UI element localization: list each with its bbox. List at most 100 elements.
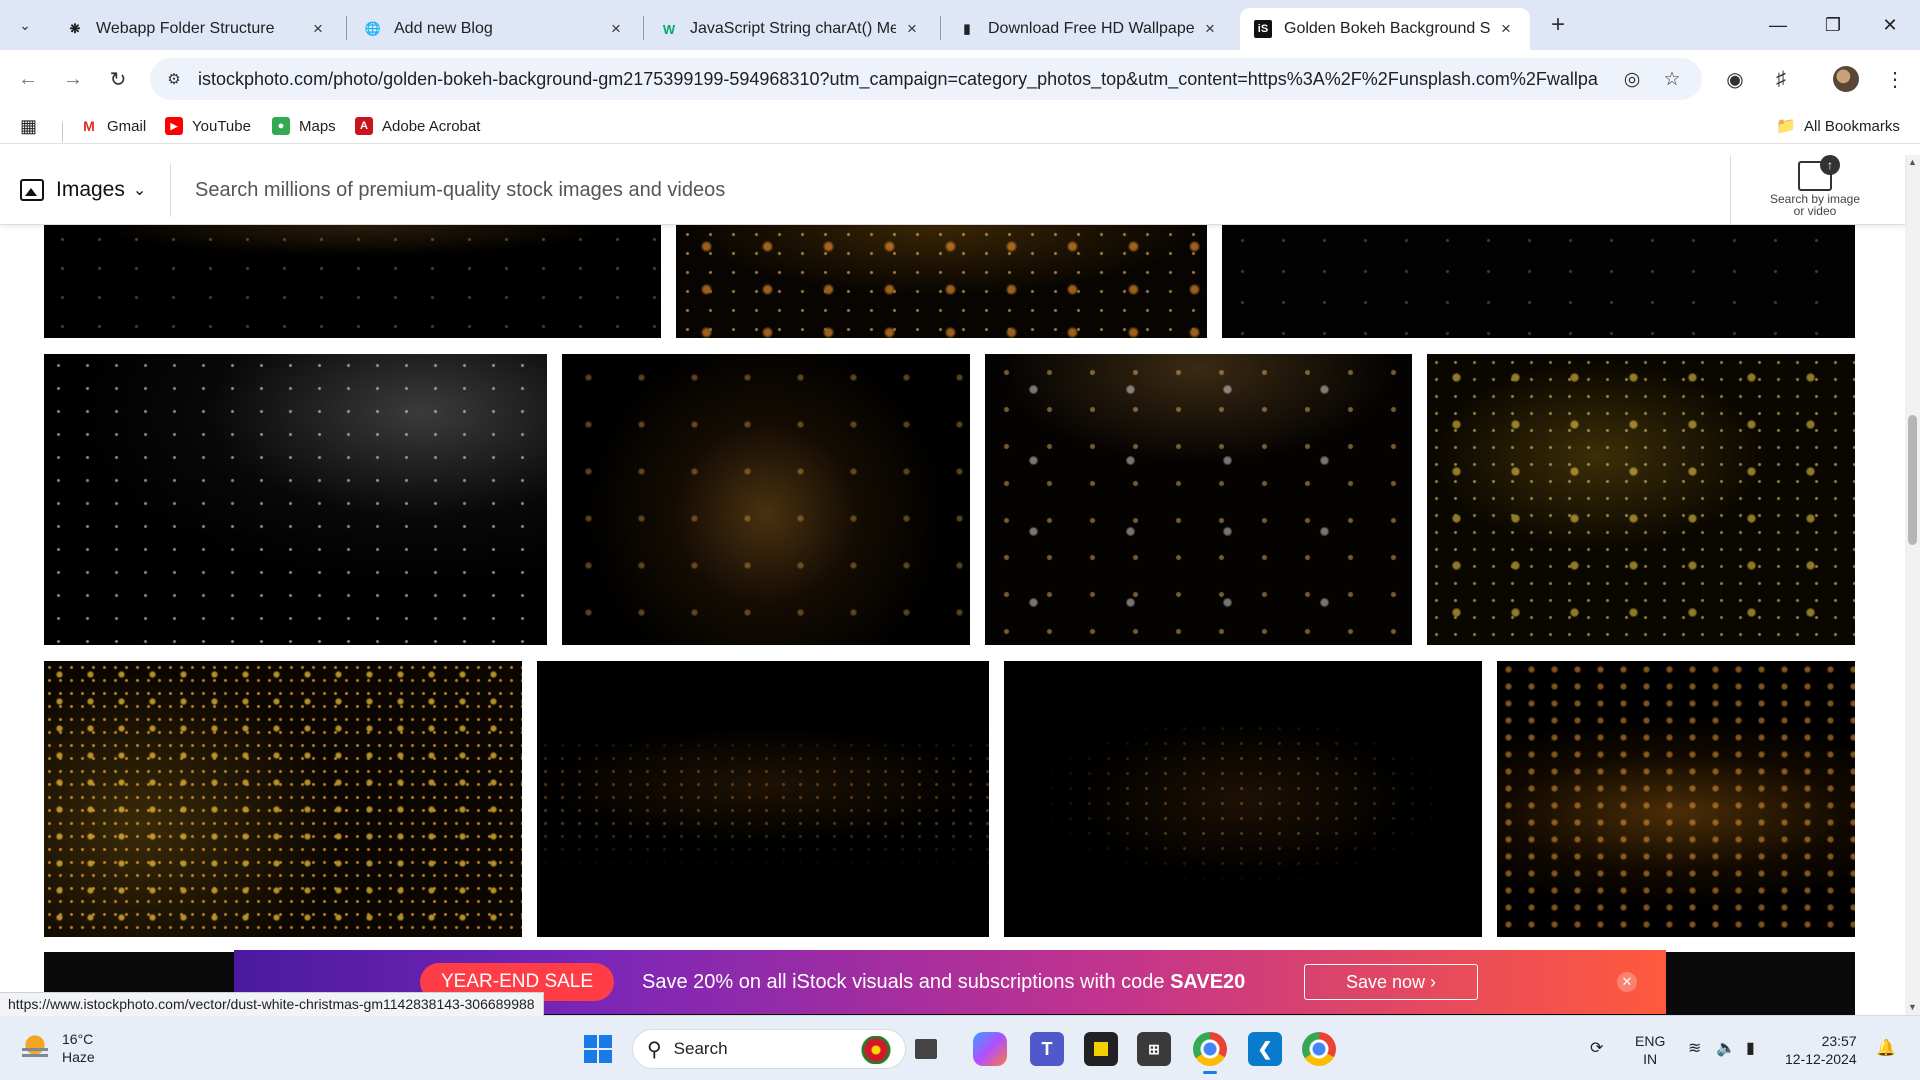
openai-icon: ❋: [69, 21, 81, 36]
profile-avatar[interactable]: [1833, 66, 1859, 92]
image-tile[interactable]: [44, 354, 547, 645]
image-tile[interactable]: [1427, 354, 1855, 645]
search-icon: ⚲: [647, 1038, 662, 1061]
minimize-icon[interactable]: —: [1763, 10, 1793, 40]
media-type-dropdown[interactable]: Images ⌄: [20, 173, 146, 207]
image-tile[interactable]: [985, 354, 1412, 645]
scroll-up-arrow-icon[interactable]: ▲: [1905, 155, 1920, 170]
task-view-icon[interactable]: [915, 1039, 937, 1059]
gmail-icon: M: [80, 117, 98, 135]
restore-icon[interactable]: ❐: [1818, 10, 1848, 40]
istock-header: Images ⌄ ↑ Search by image or video: [0, 155, 1905, 225]
site-settings-icon[interactable]: ⚙: [162, 67, 186, 91]
promo-message: Save 20% on all iStock visuals and subsc…: [642, 971, 1245, 994]
page-scrollbar[interactable]: ▲ ▼: [1905, 155, 1920, 1015]
image-tile[interactable]: [1004, 661, 1482, 937]
scroll-thumb[interactable]: [1908, 415, 1917, 545]
back-arrow-icon[interactable]: ←: [13, 64, 43, 94]
eye-off-icon[interactable]: ◎: [1620, 67, 1644, 91]
tab-separator: [643, 16, 644, 40]
tab-golden-bokeh[interactable]: iS Golden Bokeh Background Stoc ×: [1240, 8, 1530, 50]
image-icon: [20, 179, 44, 201]
tab-webapp-folder-structure[interactable]: ❋ Webapp Folder Structure ×: [52, 8, 342, 50]
weather-text: 16°C Haze: [62, 1030, 95, 1066]
image-upload-icon: ↑: [1798, 155, 1840, 191]
url-path: /photo/golden-bokeh-background-gm2175399…: [328, 68, 1598, 89]
windows-taskbar: 16°C Haze ⚲ Search T ⊞ ❮ ⟳ ENG IN ≋ 🔈 ▮ …: [0, 1015, 1920, 1080]
scroll-down-arrow-icon[interactable]: ▼: [1905, 1000, 1920, 1015]
forward-arrow-icon[interactable]: →: [58, 64, 88, 94]
teams-icon[interactable]: T: [1030, 1032, 1064, 1066]
tab-add-new-blog[interactable]: 🌐 Add new Blog ×: [350, 8, 640, 50]
close-icon[interactable]: ×: [902, 19, 922, 39]
sync-icon[interactable]: ⟳: [1590, 1038, 1603, 1058]
close-icon[interactable]: ×: [308, 19, 328, 39]
tab-strip: ⌄ ❋ Webapp Folder Structure × 🌐 Add new …: [0, 0, 1920, 50]
close-icon[interactable]: ×: [1200, 19, 1220, 39]
cookie-extension-icon[interactable]: ◉: [1720, 64, 1750, 94]
bookmark-youtube[interactable]: ▶ YouTube: [165, 114, 251, 138]
browser-toolbar: ← → ↻ ⚙ istockphoto.com/photo/golden-bok…: [0, 50, 1920, 108]
windows-start-icon[interactable]: [584, 1035, 612, 1063]
search-by-image-button[interactable]: ↑ Search by image or video: [1748, 155, 1882, 223]
bookmark-label: YouTube: [192, 117, 251, 135]
tab-title: JavaScript String charAt() Metho: [690, 20, 896, 37]
clock[interactable]: 23:57 12-12-2024: [1785, 1032, 1857, 1068]
region-code: IN: [1643, 1051, 1658, 1067]
image-tile[interactable]: [44, 661, 522, 937]
vscode-icon[interactable]: ❮: [1248, 1032, 1282, 1066]
volume-icon[interactable]: 🔈: [1716, 1038, 1736, 1058]
bookmark-gmail[interactable]: M Gmail: [80, 114, 146, 138]
taskbar-search-label: Search: [673, 1039, 728, 1058]
chrome-icon[interactable]: [1302, 1032, 1336, 1066]
tab-javascript-charat[interactable]: W JavaScript String charAt() Metho ×: [646, 8, 936, 50]
image-tile[interactable]: [676, 225, 1207, 338]
taskbar-search[interactable]: ⚲ Search: [632, 1029, 906, 1069]
weather-widget[interactable]: 16°C Haze: [20, 1030, 95, 1066]
save-now-button[interactable]: Save now ›: [1304, 964, 1478, 1000]
tab-title: Download Free HD Wallpapers |: [988, 20, 1194, 37]
weather-condition: Haze: [62, 1049, 95, 1065]
tab-separator: [346, 16, 347, 40]
bookmark-label: Gmail: [107, 117, 147, 135]
unsplash-icon: ▮: [963, 21, 971, 36]
w3-icon: W: [662, 21, 676, 37]
chevron-down-icon: ⌄: [132, 182, 147, 199]
temperature: 16°C: [62, 1031, 94, 1047]
window-close-icon[interactable]: ✕: [1875, 10, 1905, 40]
calculator-icon[interactable]: ⊞: [1137, 1032, 1171, 1066]
language-indicator[interactable]: ENG IN: [1635, 1032, 1665, 1068]
notification-bell-icon[interactable]: 🔔: [1876, 1038, 1896, 1058]
apps-grid-icon[interactable]: ▦: [20, 114, 37, 138]
more-menu-icon[interactable]: ⋮: [1880, 64, 1910, 94]
globe-icon: 🌐: [364, 21, 382, 36]
wifi-icon[interactable]: ≋: [1688, 1038, 1701, 1058]
close-icon[interactable]: ×: [1496, 19, 1516, 39]
tab-separator: [940, 16, 941, 40]
close-icon[interactable]: ✕: [1617, 972, 1637, 992]
date: 12-12-2024: [1785, 1051, 1857, 1067]
chrome-icon[interactable]: [1193, 1032, 1227, 1074]
url-text[interactable]: istockphoto.com/photo/golden-bokeh-backg…: [198, 69, 1598, 90]
image-tile[interactable]: [537, 661, 989, 937]
copilot-icon[interactable]: [973, 1032, 1007, 1066]
star-icon[interactable]: ☆: [1660, 67, 1684, 91]
tab-title: Golden Bokeh Background Stoc: [1284, 20, 1490, 37]
sticky-notes-icon[interactable]: [1084, 1032, 1118, 1066]
all-bookmarks[interactable]: 📁 All Bookmarks: [1776, 114, 1900, 138]
image-tile[interactable]: [1497, 661, 1855, 937]
extensions-puzzle-icon[interactable]: ♯: [1766, 64, 1796, 94]
image-tile[interactable]: [1222, 225, 1855, 338]
new-tab-button[interactable]: +: [1543, 10, 1573, 40]
bookmark-adobe-acrobat[interactable]: A Adobe Acrobat: [355, 114, 480, 138]
stock-search-input[interactable]: [195, 171, 1695, 209]
tab-search-chevron-icon[interactable]: ⌄: [10, 10, 40, 40]
tab-download-wallpapers[interactable]: ▮ Download Free HD Wallpapers | ×: [944, 8, 1234, 50]
bookmark-maps[interactable]: ● Maps: [272, 114, 336, 138]
reload-icon[interactable]: ↻: [103, 64, 133, 94]
image-tile[interactable]: [562, 354, 970, 645]
close-icon[interactable]: ×: [606, 19, 626, 39]
image-tile[interactable]: [44, 225, 661, 338]
battery-icon[interactable]: ▮: [1746, 1038, 1755, 1058]
address-bar[interactable]: ⚙ istockphoto.com/photo/golden-bokeh-bac…: [150, 58, 1702, 100]
